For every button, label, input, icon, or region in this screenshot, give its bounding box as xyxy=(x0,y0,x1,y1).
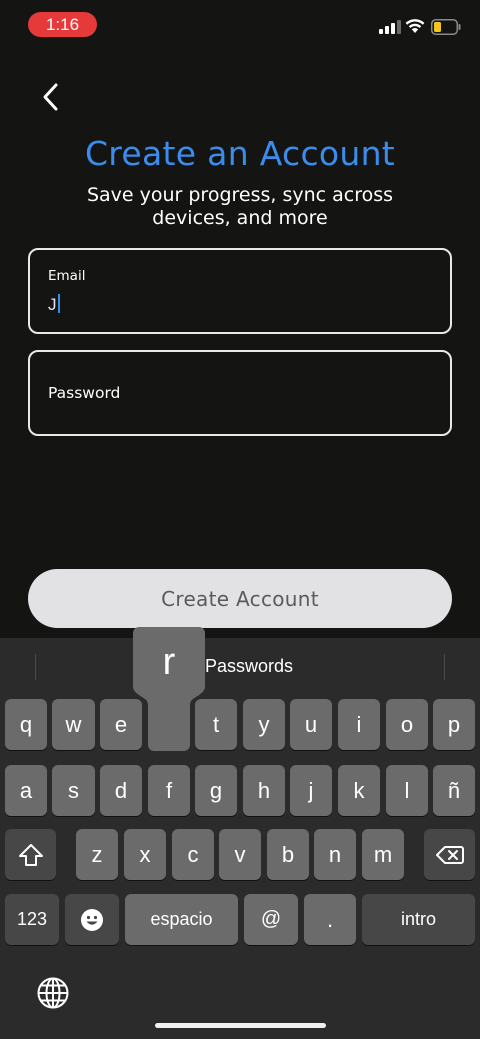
numbers-key[interactable]: 123 xyxy=(5,894,59,945)
home-indicator[interactable] xyxy=(155,1023,326,1028)
key-u[interactable]: u xyxy=(290,699,332,750)
key-s[interactable]: s xyxy=(52,765,95,816)
key-x[interactable]: x xyxy=(124,829,166,880)
dot-key[interactable]: . xyxy=(304,894,356,945)
key-popup-letter: r xyxy=(162,640,176,683)
password-field[interactable]: Password xyxy=(28,350,452,436)
status-time[interactable]: 1:16 xyxy=(28,12,97,37)
status-bar: 1:16 xyxy=(0,0,480,48)
key-z[interactable]: z xyxy=(76,829,118,880)
backspace-icon xyxy=(435,845,464,864)
suggestion-passwords[interactable]: Passwords xyxy=(205,656,293,677)
key-v[interactable]: v xyxy=(219,829,261,880)
space-key[interactable]: espacio xyxy=(125,894,238,945)
emoji-icon xyxy=(81,908,103,931)
key-p[interactable]: p xyxy=(433,699,475,750)
key-l[interactable]: l xyxy=(386,765,428,816)
return-key[interactable]: intro xyxy=(362,894,475,945)
suggestion-bar: Passwords xyxy=(0,638,480,694)
key-h[interactable]: h xyxy=(243,765,285,816)
page-title: Create an Account xyxy=(84,134,396,173)
key-n-tilde[interactable]: ñ xyxy=(433,765,475,816)
email-value[interactable]: J xyxy=(48,294,60,315)
key-o[interactable]: o xyxy=(386,699,428,750)
globe-icon[interactable] xyxy=(36,976,70,1010)
password-label: Password xyxy=(48,384,121,402)
key-i[interactable]: i xyxy=(338,699,380,750)
key-c[interactable]: c xyxy=(172,829,214,880)
key-f[interactable]: f xyxy=(148,765,190,816)
create-account-button[interactable]: Create Account xyxy=(28,569,452,628)
key-b[interactable]: b xyxy=(267,829,309,880)
shift-icon xyxy=(18,843,43,866)
signal-icon xyxy=(379,20,401,34)
key-n[interactable]: n xyxy=(314,829,356,880)
suggestion-divider xyxy=(444,654,445,680)
suggestion-divider xyxy=(35,654,36,680)
key-j[interactable]: j xyxy=(290,765,332,816)
text-caret xyxy=(57,294,60,313)
emoji-key[interactable] xyxy=(65,894,119,945)
key-q[interactable]: q xyxy=(5,699,47,750)
key-k[interactable]: k xyxy=(338,765,380,816)
back-button[interactable] xyxy=(36,80,64,114)
battery-icon xyxy=(431,19,461,35)
key-a[interactable]: a xyxy=(5,765,47,816)
email-text: J xyxy=(48,295,57,314)
shift-key[interactable] xyxy=(5,829,56,880)
key-g[interactable]: g xyxy=(195,765,237,816)
back-chevron-icon xyxy=(43,83,58,111)
page-subtitle: Save your progress, sync across devices,… xyxy=(86,184,394,229)
key-m[interactable]: m xyxy=(362,829,404,880)
backspace-key[interactable] xyxy=(424,829,475,880)
email-field[interactable]: Email J xyxy=(28,248,452,334)
at-key[interactable]: @ xyxy=(244,894,298,945)
key-y[interactable]: y xyxy=(243,699,285,750)
key-d[interactable]: d xyxy=(100,765,142,816)
key-w[interactable]: w xyxy=(52,699,95,750)
wifi-icon xyxy=(405,19,425,33)
email-label: Email xyxy=(48,268,86,284)
